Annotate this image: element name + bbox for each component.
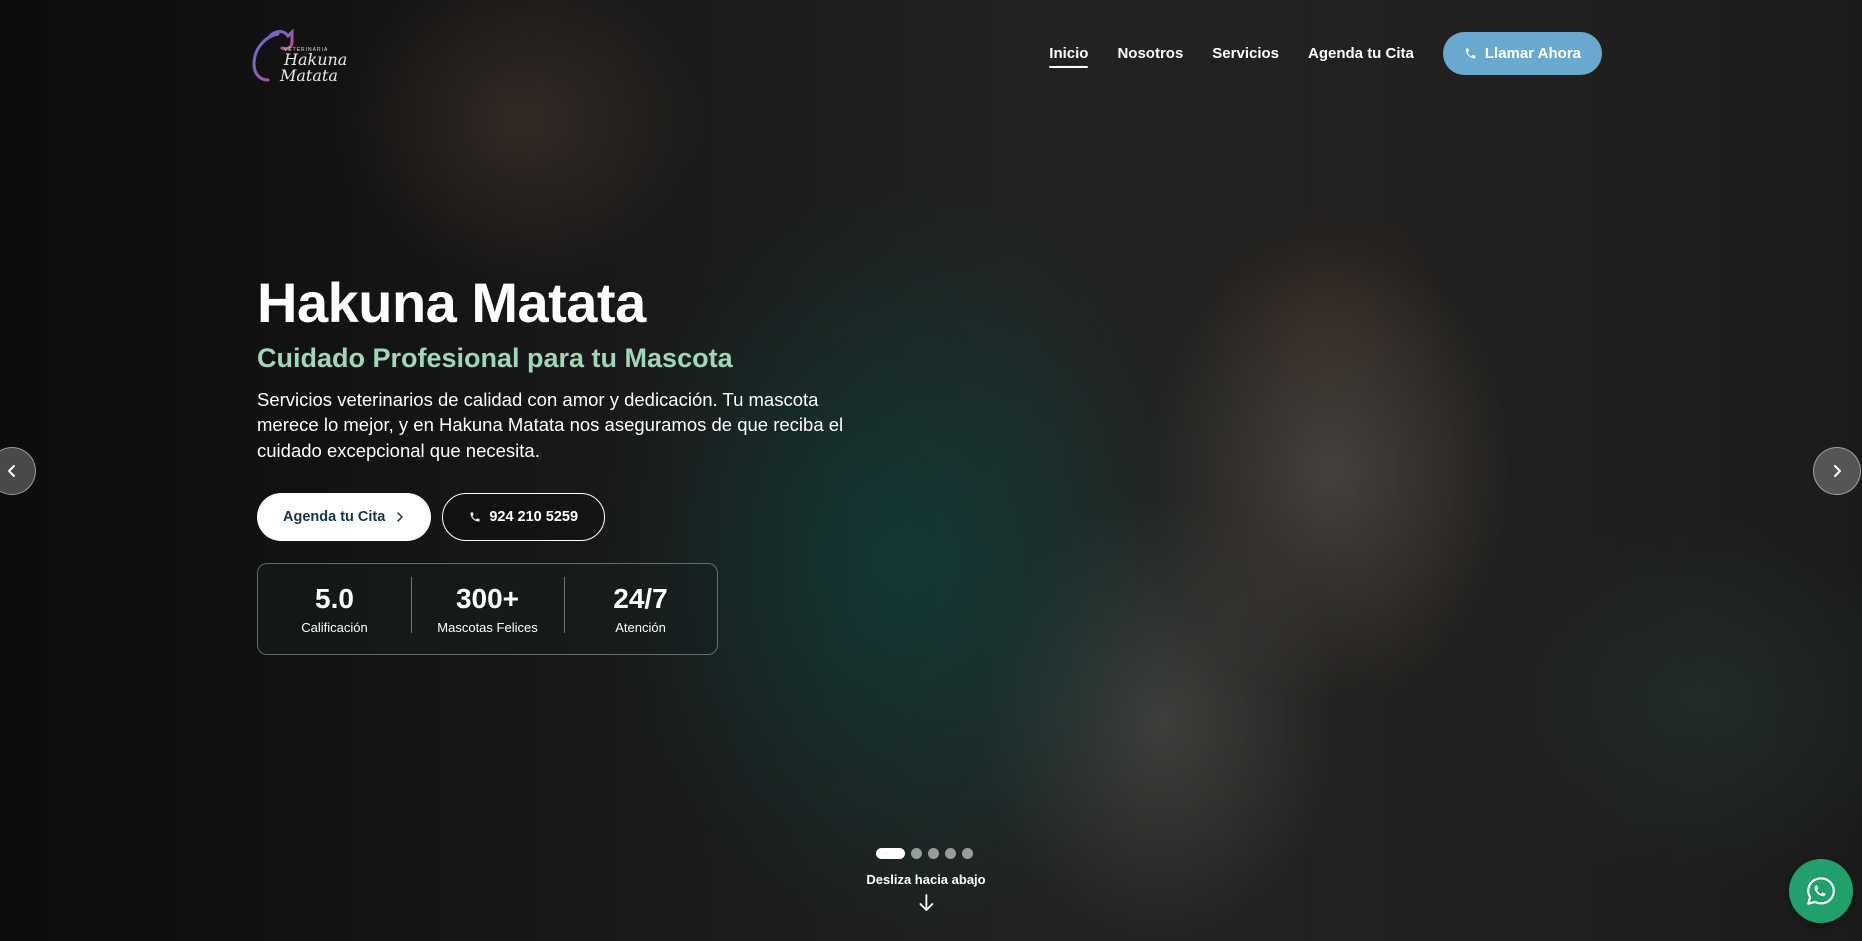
nav-item-nosotros[interactable]: Nosotros (1117, 45, 1183, 68)
stat-label: Atención (615, 620, 666, 636)
arrow-down-icon (919, 894, 933, 911)
hero-actions: Agenda tu Cita 924 210 5259 (257, 493, 897, 542)
stat-happy-pets: 300+ Mascotas Felices (411, 577, 564, 636)
hero-content: Hakuna Matata Cuidado Profesional para t… (257, 271, 897, 656)
carousel-dot-5[interactable] (962, 848, 973, 859)
whatsapp-button[interactable] (1789, 859, 1853, 923)
call-now-button[interactable]: Llamar Ahora (1442, 32, 1602, 75)
site-logo[interactable]: VETERINARIA Hakuna Matata (248, 26, 347, 88)
book-appointment-button[interactable]: Agenda tu Cita (257, 493, 432, 542)
carousel-dot-4[interactable] (945, 848, 956, 859)
chevron-right-icon (397, 512, 404, 522)
carousel-dot-1[interactable] (876, 848, 905, 859)
stat-value: 24/7 (613, 583, 668, 615)
phone-icon (470, 512, 480, 522)
stats-panel: 5.0 Calificación 300+ Mascotas Felices 2… (257, 563, 718, 656)
nav-item-servicios[interactable]: Servicios (1212, 45, 1279, 68)
chevron-left-icon (8, 465, 15, 477)
whatsapp-icon (1807, 877, 1835, 905)
logo-text-line2: Matata (280, 66, 338, 85)
stat-value: 5.0 (315, 583, 354, 615)
book-appointment-label: Agenda tu Cita (283, 509, 386, 526)
phone-icon (1465, 48, 1476, 59)
nav-item-inicio[interactable]: Inicio (1049, 45, 1089, 68)
hero-description: Servicios veterinarios de calidad con am… (257, 388, 844, 461)
scroll-down-hint[interactable]: Desliza hacia abajo (866, 872, 986, 913)
stat-value: 300+ (455, 583, 520, 615)
main-nav: Inicio Nosotros Servicios Agenda tu Cita… (1049, 32, 1602, 75)
stat-rating: 5.0 Calificación (258, 583, 411, 635)
scroll-down-label: Desliza hacia abajo (866, 872, 986, 887)
nav-item-agenda[interactable]: Agenda tu Cita (1308, 45, 1414, 68)
carousel-next-button[interactable] (1813, 447, 1861, 495)
stat-label: Mascotas Felices (437, 620, 538, 636)
carousel-dot-2[interactable] (911, 848, 922, 859)
hero-subtitle: Cuidado Profesional para tu Mascota (257, 342, 733, 373)
phone-number-label: 924 210 5259 (489, 509, 579, 526)
call-now-label: Llamar Ahora (1484, 45, 1581, 62)
stat-label: Calificación (301, 620, 368, 636)
phone-number-button[interactable]: 924 210 5259 (442, 493, 606, 542)
hero-title: Hakuna Matata (257, 271, 646, 334)
stat-availability: 24/7 Atención (564, 577, 717, 636)
carousel-indicators (876, 848, 973, 859)
site-header: VETERINARIA Hakuna Matata Inicio Nosotro… (0, 0, 1862, 115)
carousel-dot-3[interactable] (928, 848, 939, 859)
chevron-right-icon (1834, 465, 1841, 477)
